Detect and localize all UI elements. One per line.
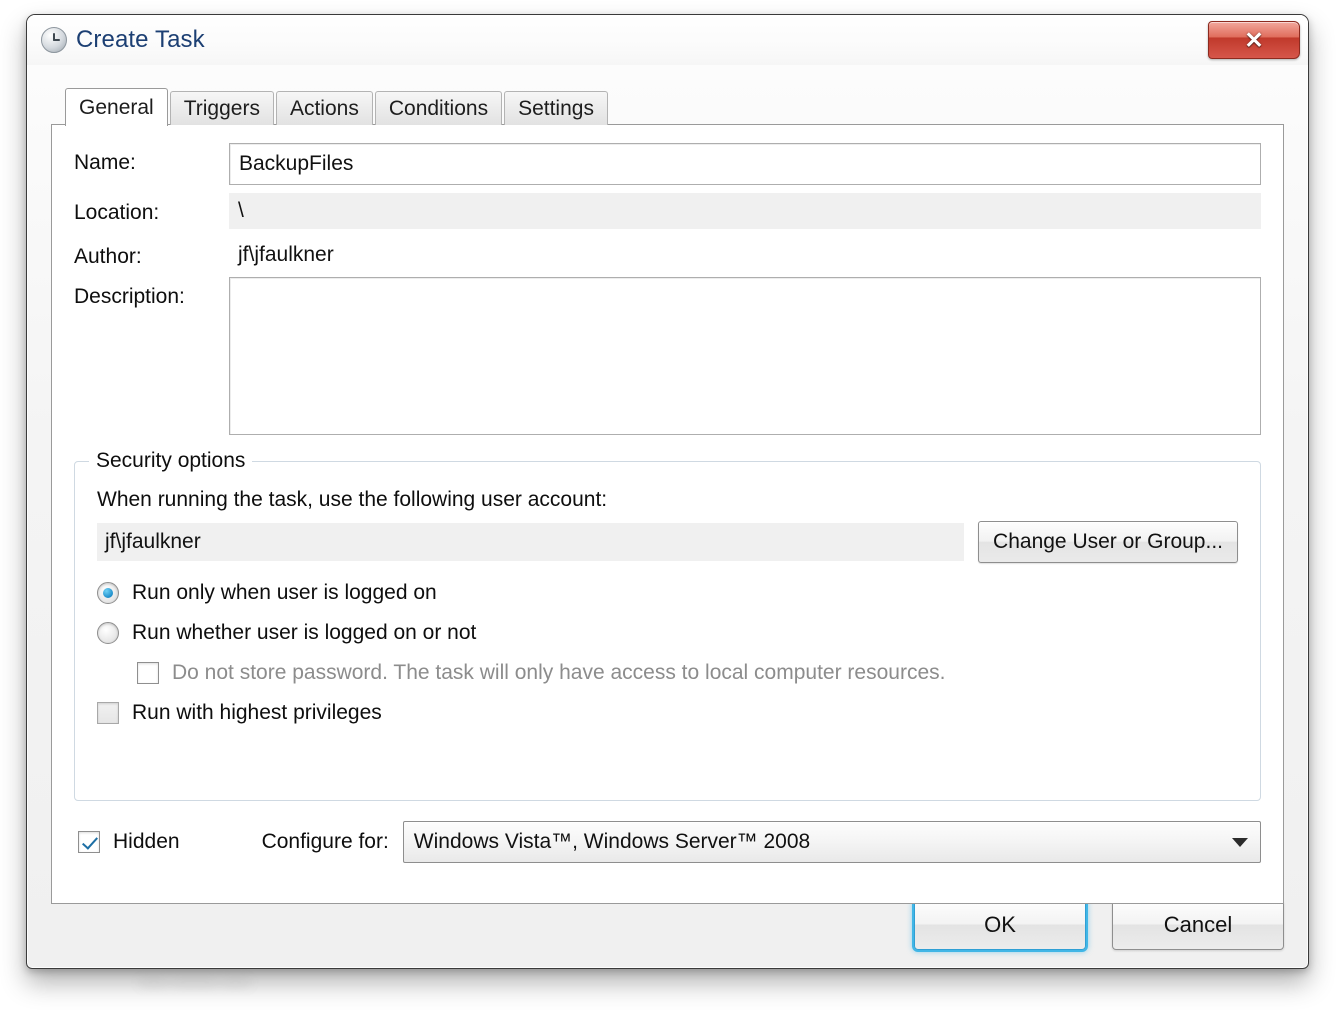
configure-row: Hidden Configure for: Windows Vista™, Wi… [74, 821, 1261, 863]
author-label: Author: [74, 245, 142, 268]
close-icon: ✕ [1244, 26, 1264, 53]
radio-run-whether-logged-on[interactable] [97, 622, 119, 644]
checkbox-do-not-store-password[interactable] [137, 662, 159, 684]
dialog-body: General Triggers Actions Conditions Sett… [27, 65, 1308, 968]
clock-icon [41, 27, 67, 53]
user-account-row: jf\jfaulkner Change User or Group... [97, 521, 1238, 563]
cancel-button[interactable]: Cancel [1112, 900, 1284, 950]
ok-button[interactable]: OK [914, 900, 1086, 950]
description-row: Description: [74, 277, 1261, 435]
security-options-group: Security options When running the task, … [74, 449, 1261, 801]
checkbox-hidden[interactable] [78, 831, 100, 853]
checkbox-highest-privileges-row[interactable]: Run with highest privileges [97, 701, 1238, 725]
location-label: Location: [74, 201, 160, 224]
name-row: Name: [74, 143, 1261, 185]
tab-label: Actions [289, 96, 359, 120]
checkbox-run-with-highest-privileges[interactable] [97, 702, 119, 724]
security-prompt-label: When running the task, use the following… [97, 488, 608, 511]
create-task-dialog: Create Task ✕ General Triggers Actions C… [26, 14, 1309, 969]
tab-label: Triggers [183, 96, 260, 120]
tab-strip: General Triggers Actions Conditions Sett… [51, 87, 1284, 126]
description-textarea[interactable] [229, 277, 1261, 435]
author-value: jf\jfaulkner [238, 243, 334, 266]
configure-for-dropdown[interactable]: Windows Vista™, Windows Server™ 2008 [402, 821, 1261, 863]
general-tab-panel: Name: Location: \ Author: jf\jfaulkner D… [51, 124, 1284, 904]
tab-settings[interactable]: Settings [504, 91, 608, 125]
dialog-titlebar[interactable]: Create Task ✕ [27, 15, 1308, 65]
user-account-value: jf\jfaulkner [97, 523, 965, 561]
configure-for-value: Windows Vista™, Windows Server™ 2008 [413, 830, 811, 853]
change-user-or-group-button[interactable]: Change User or Group... [978, 521, 1238, 563]
tab-label: Conditions [388, 96, 489, 120]
chevron-down-icon [1232, 837, 1248, 847]
security-options-legend: Security options [89, 449, 253, 473]
location-row: Location: \ [74, 193, 1261, 229]
radio-run-whether-logged-on-label: Run whether user is logged on or not [132, 621, 477, 644]
radio-run-whether-logged-on-row[interactable]: Run whether user is logged on or not [97, 621, 1238, 645]
description-label: Description: [74, 285, 185, 308]
location-value: \ [229, 193, 1261, 229]
author-row: Author: jf\jfaulkner [74, 237, 1261, 269]
configure-for-label: Configure for: [261, 830, 389, 853]
radio-run-only-logged-on-label: Run only when user is logged on [132, 581, 437, 604]
tab-general[interactable]: General [65, 88, 168, 126]
background-window-footer-blurred: ••••• •••••••• ••••• [140, 975, 250, 992]
tab-actions[interactable]: Actions [275, 91, 373, 125]
name-label: Name: [74, 151, 136, 174]
checkbox-hidden-label: Hidden [113, 830, 180, 853]
tab-triggers[interactable]: Triggers [169, 91, 274, 125]
dialog-title: Create Task [76, 26, 205, 53]
tab-conditions[interactable]: Conditions [374, 91, 503, 125]
close-button[interactable]: ✕ [1208, 21, 1300, 59]
checkbox-do-not-store-password-label: Do not store password. The task will onl… [172, 661, 946, 684]
dialog-footer: OK Cancel [914, 900, 1284, 950]
tab-label: General [79, 95, 154, 119]
radio-run-only-logged-on-row[interactable]: Run only when user is logged on [97, 581, 1238, 605]
tab-label: Settings [518, 96, 594, 120]
checkbox-do-not-store-password-row[interactable]: Do not store password. The task will onl… [97, 661, 1238, 685]
name-input[interactable] [229, 143, 1261, 185]
radio-run-only-logged-on[interactable] [97, 582, 119, 604]
checkbox-run-with-highest-privileges-label: Run with highest privileges [132, 701, 382, 724]
